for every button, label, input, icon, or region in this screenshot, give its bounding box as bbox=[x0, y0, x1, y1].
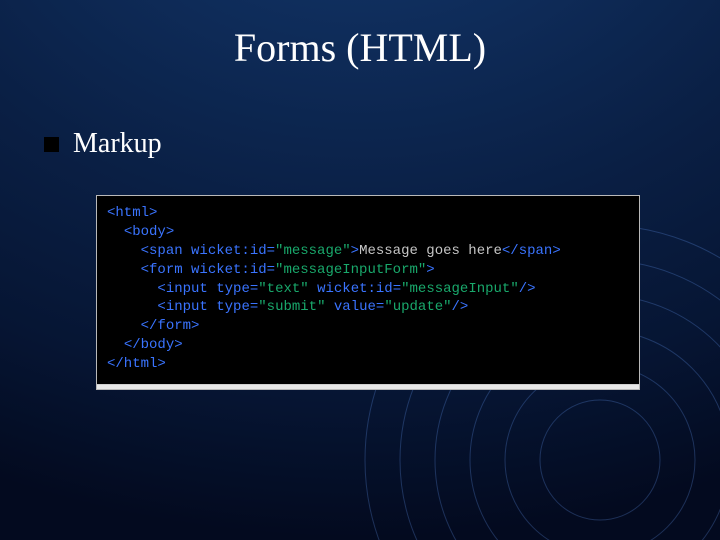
code-token: <input bbox=[157, 299, 207, 315]
code-token: <span bbox=[141, 243, 183, 259]
code-token: </form> bbox=[141, 318, 200, 334]
bullet-icon bbox=[44, 137, 59, 152]
code-token: = bbox=[250, 299, 258, 315]
code-token: wicket:id bbox=[183, 262, 267, 278]
code-token: Message goes here bbox=[359, 243, 502, 259]
bullet-text: Markup bbox=[73, 128, 162, 160]
code-token: "update" bbox=[384, 299, 451, 315]
code-token: </span> bbox=[502, 243, 561, 259]
code-token: </body> bbox=[124, 337, 183, 353]
code-block: <html> <body> <span wicket:id="message">… bbox=[96, 195, 640, 390]
code-token: </html> bbox=[107, 356, 166, 372]
code-token: "submit" bbox=[258, 299, 325, 315]
code-token: = bbox=[267, 262, 275, 278]
code-token: wicket:id bbox=[309, 281, 393, 297]
code-token: "message" bbox=[275, 243, 351, 259]
code-token: /> bbox=[519, 281, 536, 297]
code-token: type bbox=[208, 281, 250, 297]
code-token: <input bbox=[157, 281, 207, 297]
code-token: = bbox=[267, 243, 275, 259]
code-block-footer bbox=[97, 385, 639, 389]
code-token: = bbox=[393, 281, 401, 297]
code-token: "messageInput" bbox=[401, 281, 519, 297]
code-token: "messageInputForm" bbox=[275, 262, 426, 278]
code-token: > bbox=[426, 262, 434, 278]
code-token: <body> bbox=[124, 224, 174, 240]
bullet-item: Markup bbox=[44, 128, 162, 160]
code-token: value bbox=[325, 299, 375, 315]
code-token: type bbox=[208, 299, 250, 315]
code-token: <form bbox=[141, 262, 183, 278]
code-token: > bbox=[351, 243, 359, 259]
code-token: "text" bbox=[258, 281, 308, 297]
slide-title: Forms (HTML) bbox=[0, 24, 720, 71]
code-token: <html> bbox=[107, 205, 157, 221]
code-token: /> bbox=[452, 299, 469, 315]
slide: Forms (HTML) Markup <html> <body> <span … bbox=[0, 0, 720, 540]
code-content: <html> <body> <span wicket:id="message">… bbox=[97, 196, 639, 385]
code-token: = bbox=[250, 281, 258, 297]
code-token: wicket:id bbox=[183, 243, 267, 259]
